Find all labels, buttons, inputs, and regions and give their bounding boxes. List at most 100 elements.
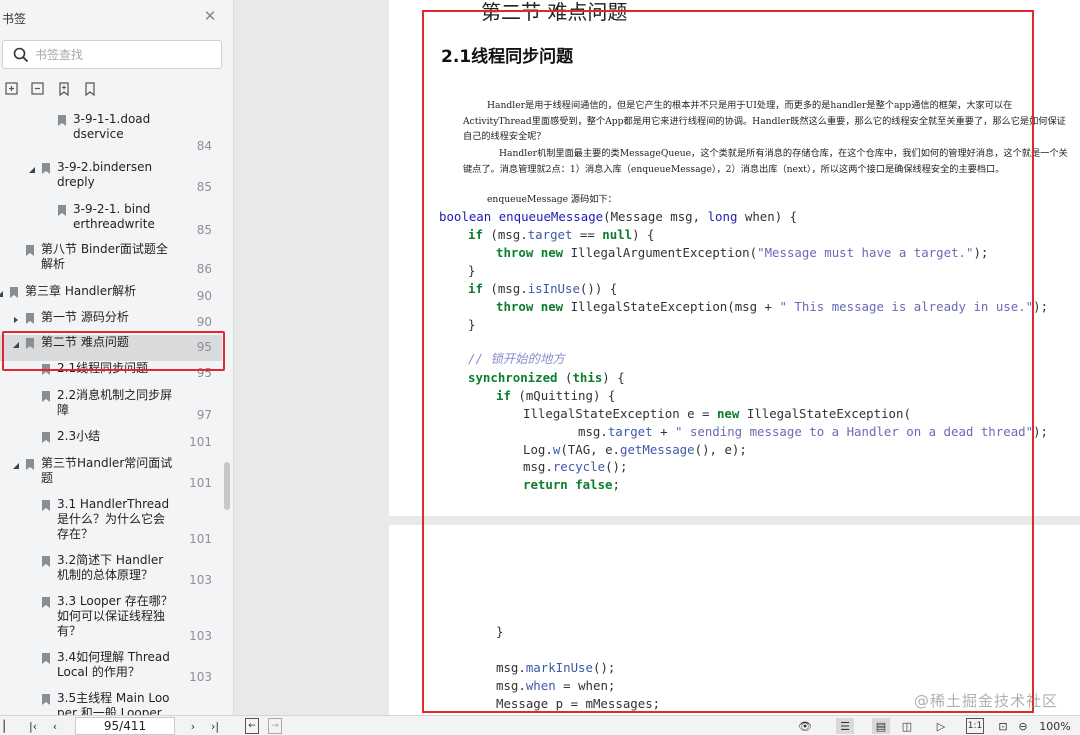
code-line: if (msg.isInUse()) { [468,281,618,296]
collapse-arrow-icon[interactable] [12,341,20,349]
prev-page-icon[interactable]: ‹ [48,718,62,734]
bookmark-icon [42,597,50,608]
bookmark-item[interactable]: 3.1 HandlerThread 是什么？为什么它会 存在？ 101 [0,497,222,553]
code-line: if (msg.target == null) { [468,227,655,242]
sidebar-header: 书签 ✕ [0,0,233,36]
collapse-arrow-icon[interactable] [0,290,4,298]
sidebar-scrollbar[interactable] [224,462,230,510]
bookmark-search-box[interactable] [2,40,222,69]
bookmark-item[interactable]: 第三节Handler常问面试题 101 [0,456,222,496]
add-bookmark-icon[interactable] [4,81,20,97]
play-icon[interactable]: ▷ [932,718,950,734]
bookmark-item[interactable]: 2.2消息机制之同步屏障 97 [0,388,222,428]
bookmark-item[interactable]: 3.5主线程 Main Loo per 和一般 Looper [0,691,222,715]
bookmark-icon [26,459,34,470]
bookmark-label: 3-9-2-1. bind erthreadwrite [73,202,155,231]
back-icon[interactable]: ← [245,718,259,734]
bookmark-label: 3.5主线程 Main Loo per 和一般 Looper [57,691,170,715]
bookmark-icon [42,391,50,402]
code-line: boolean enqueueMessage(Message msg, long… [439,209,798,224]
bookmark-toolbar [4,81,98,99]
section-title: 2.1线程同步问题 [441,47,574,67]
delete-bookmark-icon[interactable] [30,81,46,97]
bookmark-page-number: 103 [189,573,212,587]
bookmark-icon[interactable] [82,81,98,97]
code-line: IllegalStateException e = new IllegalSta… [523,406,911,421]
fit-width-icon[interactable]: ⊡ [994,718,1012,734]
bookmark-item[interactable]: 3-9-2.bindersen dreply 85 [0,160,222,200]
chapter-title: 第二节 难点问题 [481,0,628,24]
bookmark-item[interactable]: 2.3小结 101 [0,429,222,453]
first-page-icon[interactable]: ▏ [2,718,14,734]
code-line: } [496,624,504,639]
bookmark-page-number: 103 [189,629,212,643]
bottom-toolbar: ▏ |‹ ‹ 95/411 › ›| ← → 👁 ☰ ▤ ◫ ▷ 1:1 ⊡ ⊖… [0,715,1080,735]
page-number-input[interactable]: 95/411 [75,717,175,735]
bookmark-icon [58,205,66,216]
bookmark-sidebar: 书签 ✕ 3-9-1-1.doaddservice 84 3-9-2.binders… [0,0,234,715]
bookmark-label: 第一节 源码分析 [41,310,129,324]
bookmark-item[interactable]: 3-9-1-1.doad dservice 84 [0,112,222,153]
bookmark-item[interactable]: 第一节 源码分析 90 [0,310,222,336]
collapse-arrow-icon[interactable] [12,462,20,470]
collapse-arrow-icon[interactable] [28,166,36,174]
bookmark-page-number: 101 [189,435,212,449]
last-page-icon[interactable]: ›| [208,718,222,734]
paragraph: enqueueMessage 源码如下： [487,194,617,205]
bookmark-page-number: 86 [196,262,212,276]
bookmark-label: 3-9-1-1.doad dservice [73,112,151,141]
zoom-out-icon[interactable]: ⊖ [1014,718,1032,734]
bookmark-label: 3.2简述下 Handler 机制的总体原理？ [57,553,164,582]
code-line: Message p = mMessages; [496,696,661,711]
bookmark-icon [42,364,50,375]
bookmark-item[interactable]: 第三章 Handler解析 90 [0,284,222,310]
bookmark-icon [42,163,50,174]
bookmark-label: 3.1 HandlerThread 是什么？为什么它会 存在？ [57,497,170,541]
bookmark-item[interactable]: 第八节 Binder面试题全 解析 86 [0,242,222,282]
bookmark-icon [26,245,34,256]
bookmark-page-number: 103 [189,670,212,684]
forward-icon[interactable]: → [268,718,282,734]
search-icon [13,47,29,63]
first-page-icon[interactable]: |‹ [26,718,40,734]
bookmark-page-number: 95 [196,340,212,354]
book-mode-icon[interactable]: ◫ [898,718,916,734]
code-line: } [468,263,476,278]
single-page-icon[interactable]: ▤ [872,718,890,734]
document-page: 第二节 难点问题 2.1线程同步问题 Handler是用于线程间通信的，但是它产… [389,0,1080,516]
bookmark-item[interactable]: 3.3 Looper 存在哪？ 如何可以保证线程独 有？ 103 [0,594,222,650]
watermark: @稀土掘金技术社区 [913,692,1058,710]
scroll-mode-icon[interactable]: ☰ [836,718,854,734]
bookmark-icon [58,115,66,126]
bookmark-add-icon[interactable] [56,81,72,97]
bookmark-icon [42,694,50,705]
bookmark-label: 第三节Handler常问面试题 [41,456,173,485]
code-line: msg.target + " sending message to a Hand… [578,424,1048,439]
bookmark-label: 第二节 难点问题 [41,335,129,349]
bookmark-page-number: 85 [196,180,212,194]
code-line: throw new IllegalStateException(msg + " … [496,299,1049,314]
document-page: } msg.markInUse(); msg.when = when; Mess… [389,525,1080,715]
bookmark-page-number: 95 [196,366,212,380]
bookmark-item[interactable]: 3.4如何理解 Thread Local 的作用？ 103 [0,650,222,690]
paragraph: Handler是用于线程间通信的，但是它产生的根本并不只是用于UI处理，而更多的… [463,100,1066,142]
bookmark-item[interactable]: 3-9-2-1. bind erthreadwrite 85 [0,202,222,242]
code-line: } [468,317,476,332]
bookmark-label: 第三章 Handler解析 [25,284,137,298]
expand-arrow-icon[interactable] [12,316,20,324]
bookmark-item[interactable]: 2.1线程同步问题 95 [0,361,222,387]
zoom-level[interactable]: 100% [1034,718,1076,734]
bookmark-item[interactable]: 第二节 难点问题 95 [0,335,222,361]
next-page-icon[interactable]: › [186,718,200,734]
eye-icon[interactable]: 👁 [794,718,816,734]
code-line: return false; [523,477,620,492]
bookmark-page-number: 90 [196,289,212,303]
document-viewport[interactable]: 第二节 难点问题 2.1线程同步问题 Handler是用于线程间通信的，但是它产… [234,0,1080,715]
bookmark-icon [26,313,34,324]
paragraph: Handler机制里面最主要的类MessageQueue，这个类就是所有消息的存… [463,148,1068,175]
sidebar-title: 书签 [2,12,27,26]
code-line: throw new IllegalArgumentException("Mess… [496,245,989,260]
actual-size-icon[interactable]: 1:1 [966,718,984,734]
close-icon[interactable]: ✕ [202,8,218,24]
bookmark-search-input[interactable] [35,45,215,65]
